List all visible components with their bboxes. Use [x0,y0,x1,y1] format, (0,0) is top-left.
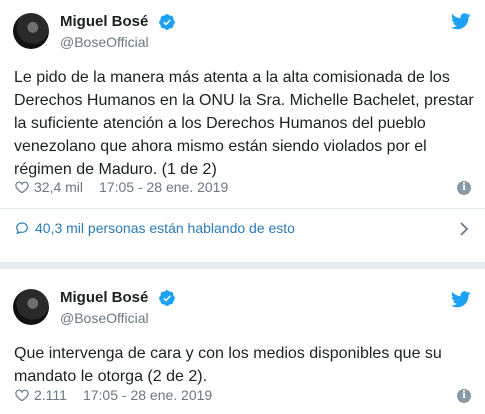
author-name[interactable]: Miguel Bosé [60,13,148,30]
chevron-right-icon[interactable] [459,222,469,236]
timestamp[interactable]: 17:05 - 28 ene. 2019 [99,179,228,195]
info-icon[interactable]: i [457,389,471,403]
heart-icon[interactable] [14,179,30,195]
tweet-text: Que intervenga de cara y con los medios … [14,345,442,385]
conversation-link[interactable]: 40,3 mil personas están hablando de esto [14,220,295,236]
heart-icon[interactable] [14,387,30,403]
author-handle[interactable]: @BoseOfficial [60,310,149,326]
conversation-text: 40,3 mil personas están hablando de esto [35,220,295,236]
verified-badge-icon [159,290,175,306]
twitter-bird-icon[interactable] [451,13,471,30]
reply-bubble-icon [16,222,28,235]
tweet-text: Le pido de la manera más atenta a la alt… [14,69,474,178]
tweet-card: Miguel Bosé @BoseOfficial Que intervenga… [0,269,485,414]
like-count: 2.111 [34,387,67,403]
verified-badge-icon [159,14,175,30]
info-icon[interactable]: i [457,181,471,195]
like-count: 32,4 mil [34,179,84,195]
author-handle[interactable]: @BoseOfficial [60,34,149,50]
avatar[interactable] [13,13,49,49]
twitter-bird-icon[interactable] [451,291,471,308]
author-name[interactable]: Miguel Bosé [60,289,148,306]
tweet-meta: 32,4 mil 17:05 - 28 ene. 2019 [14,179,228,195]
timestamp[interactable]: 17:05 - 28 ene. 2019 [83,387,212,403]
divider [0,208,485,209]
avatar[interactable] [13,289,49,325]
tweet-card: Miguel Bosé @BoseOfficial Le pido de la … [0,0,485,262]
tweet-meta: 2.111 17:05 - 28 ene. 2019 [14,387,212,403]
